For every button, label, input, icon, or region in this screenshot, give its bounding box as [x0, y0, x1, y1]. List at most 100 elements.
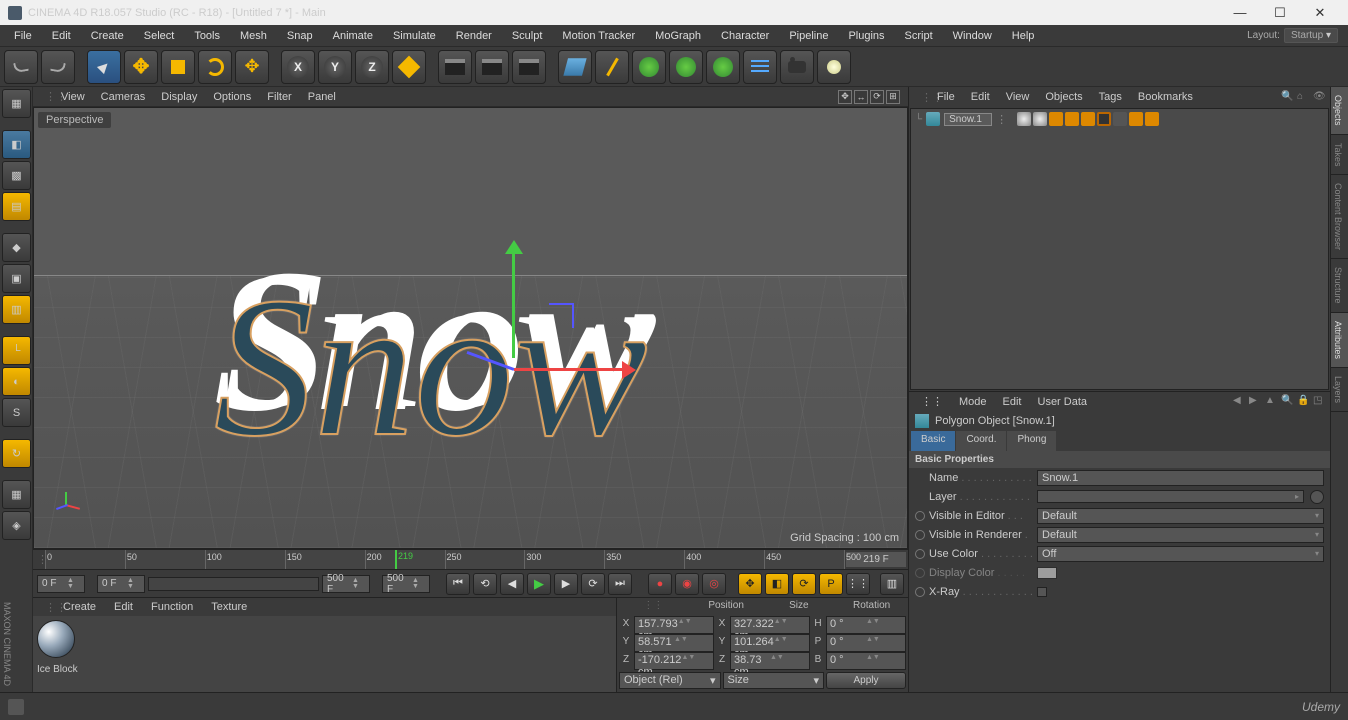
tag-icon[interactable]: [1033, 112, 1047, 126]
add-floor-button[interactable]: [743, 50, 777, 84]
mat-menu-function[interactable]: Function: [143, 600, 201, 614]
end-frame-field[interactable]: 500 F▲▼: [382, 575, 430, 593]
maximize-button[interactable]: ☐: [1260, 2, 1300, 24]
om-menu-view[interactable]: View: [998, 89, 1038, 105]
vp-menu-display[interactable]: Display: [153, 89, 205, 105]
prev-frame-button[interactable]: ◀: [500, 573, 524, 595]
vp-menu-cameras[interactable]: Cameras: [93, 89, 154, 105]
xray-checkbox[interactable]: [1037, 587, 1047, 597]
rtab-objects[interactable]: Objects: [1331, 87, 1348, 135]
menu-render[interactable]: Render: [446, 27, 502, 45]
new-icon[interactable]: ◳: [1313, 395, 1326, 408]
range-start-field[interactable]: 0 F▲▼: [97, 575, 145, 593]
tab-phong[interactable]: Phong: [1007, 431, 1056, 451]
tag-icon[interactable]: [1065, 112, 1079, 126]
tag-icon[interactable]: [1145, 112, 1159, 126]
om-menu-objects[interactable]: Objects: [1037, 89, 1090, 105]
tag-icon[interactable]: [1129, 112, 1143, 126]
grip-icon[interactable]: ⋮⋮: [617, 598, 690, 616]
position-field[interactable]: 58.571 cm▲▼: [634, 634, 714, 652]
y-axis-button[interactable]: Y: [318, 50, 352, 84]
scale-tool-button[interactable]: [161, 50, 195, 84]
up-icon[interactable]: ▲: [1265, 395, 1278, 408]
add-generator-button[interactable]: [632, 50, 666, 84]
menu-edit[interactable]: Edit: [42, 27, 81, 45]
eye-icon[interactable]: 👁: [1313, 91, 1326, 104]
menu-sculpt[interactable]: Sculpt: [502, 27, 553, 45]
om-menu-tags[interactable]: Tags: [1091, 89, 1130, 105]
anim-dot-icon[interactable]: [915, 549, 925, 559]
apply-button[interactable]: Apply: [826, 672, 906, 689]
vp-menu-filter[interactable]: Filter: [259, 89, 299, 105]
size-field[interactable]: 38.73 cm▲▼: [730, 652, 810, 670]
menu-window[interactable]: Window: [943, 27, 1002, 45]
om-menu-file[interactable]: File: [929, 89, 963, 105]
key-param-button[interactable]: P: [819, 573, 843, 595]
layer-field[interactable]: ▸: [1037, 490, 1304, 503]
autokey-button[interactable]: ◉: [675, 573, 699, 595]
planar-workplane-button[interactable]: ▦: [2, 480, 31, 509]
x-axis-button[interactable]: X: [281, 50, 315, 84]
vp-zoom-icon[interactable]: ↔: [854, 90, 868, 104]
menu-character[interactable]: Character: [711, 27, 779, 45]
menu-create[interactable]: Create: [81, 27, 134, 45]
vp-nav-icon[interactable]: ✥: [838, 90, 852, 104]
size-field[interactable]: 101.264 cm▲▼: [730, 634, 810, 652]
menu-simulate[interactable]: Simulate: [383, 27, 446, 45]
keyframe-sel-button[interactable]: ◎: [702, 573, 726, 595]
prev-key-button[interactable]: ⟲: [473, 573, 497, 595]
menu-file[interactable]: File: [4, 27, 42, 45]
viewport[interactable]: Snow Perspective Grid Spacing : 100 cm: [33, 107, 908, 549]
mat-menu-create[interactable]: Create: [55, 600, 104, 614]
prev-icon[interactable]: ◀: [1233, 395, 1246, 408]
rtab-layers[interactable]: Layers: [1331, 368, 1348, 412]
next-key-button[interactable]: ⟳: [581, 573, 605, 595]
tag-icon[interactable]: [1049, 112, 1063, 126]
tab-basic[interactable]: Basic: [911, 431, 955, 451]
close-button[interactable]: ✕: [1300, 2, 1340, 24]
goto-end-button[interactable]: ⏭: [608, 573, 632, 595]
undo-button[interactable]: [4, 50, 38, 84]
range-end-field[interactable]: 500 F▲▼: [322, 575, 370, 593]
size-mode-dropdown[interactable]: Size▾: [723, 672, 825, 689]
visible-editor-dropdown[interactable]: Default▾: [1037, 508, 1324, 524]
attr-menu-edit[interactable]: Edit: [995, 394, 1030, 410]
material-item[interactable]: [37, 620, 75, 688]
vp-toggle-icon[interactable]: ⊞: [886, 90, 900, 104]
menu-plugins[interactable]: Plugins: [838, 27, 894, 45]
tag-icon[interactable]: [1097, 112, 1111, 126]
add-deformer-button[interactable]: [669, 50, 703, 84]
snap-button[interactable]: S: [2, 398, 31, 427]
menu-tools[interactable]: Tools: [184, 27, 230, 45]
vp-orbit-icon[interactable]: ⟳: [870, 90, 884, 104]
position-field[interactable]: 157.793 cm▲▼: [634, 616, 714, 634]
key-rot-button[interactable]: ⟳: [792, 573, 816, 595]
axis-button[interactable]: └: [2, 336, 31, 365]
timeline-ruler[interactable]: ⋮⋮ 050100150200250300350400450500219 219…: [33, 549, 908, 569]
menu-pipeline[interactable]: Pipeline: [779, 27, 838, 45]
coord-system-button[interactable]: [392, 50, 426, 84]
mat-menu-edit[interactable]: Edit: [106, 600, 141, 614]
texture-mode-button[interactable]: ▩: [2, 161, 31, 190]
name-field[interactable]: Snow.1: [1037, 470, 1324, 486]
lock-icon[interactable]: 🔒: [1297, 395, 1310, 408]
next-icon[interactable]: ▶: [1249, 395, 1262, 408]
add-cube-button[interactable]: [558, 50, 592, 84]
om-menu-edit[interactable]: Edit: [963, 89, 998, 105]
range-slider[interactable]: [148, 577, 319, 591]
goto-start-button[interactable]: ⏮: [446, 573, 470, 595]
search-icon[interactable]: 🔍: [1281, 395, 1294, 408]
interactive-workplane-button[interactable]: ◈: [2, 511, 31, 540]
anim-dot-icon[interactable]: [915, 587, 925, 597]
menu-mograph[interactable]: MoGraph: [645, 27, 711, 45]
record-button[interactable]: ●: [648, 573, 672, 595]
grip-icon[interactable]: ⋮⋮: [913, 393, 951, 410]
object-manager-tree[interactable]: └ Snow.1 ⋮: [910, 108, 1329, 390]
key-pla-button[interactable]: ⋮⋮: [846, 573, 870, 595]
coord-mode-dropdown[interactable]: Object (Rel)▾: [619, 672, 721, 689]
render-view-button[interactable]: [438, 50, 472, 84]
z-axis-button[interactable]: Z: [355, 50, 389, 84]
layout-dropdown[interactable]: Startup ▾: [1284, 28, 1338, 43]
anim-dot-icon[interactable]: [915, 530, 925, 540]
rotation-field[interactable]: 0 °▲▼: [826, 652, 906, 670]
